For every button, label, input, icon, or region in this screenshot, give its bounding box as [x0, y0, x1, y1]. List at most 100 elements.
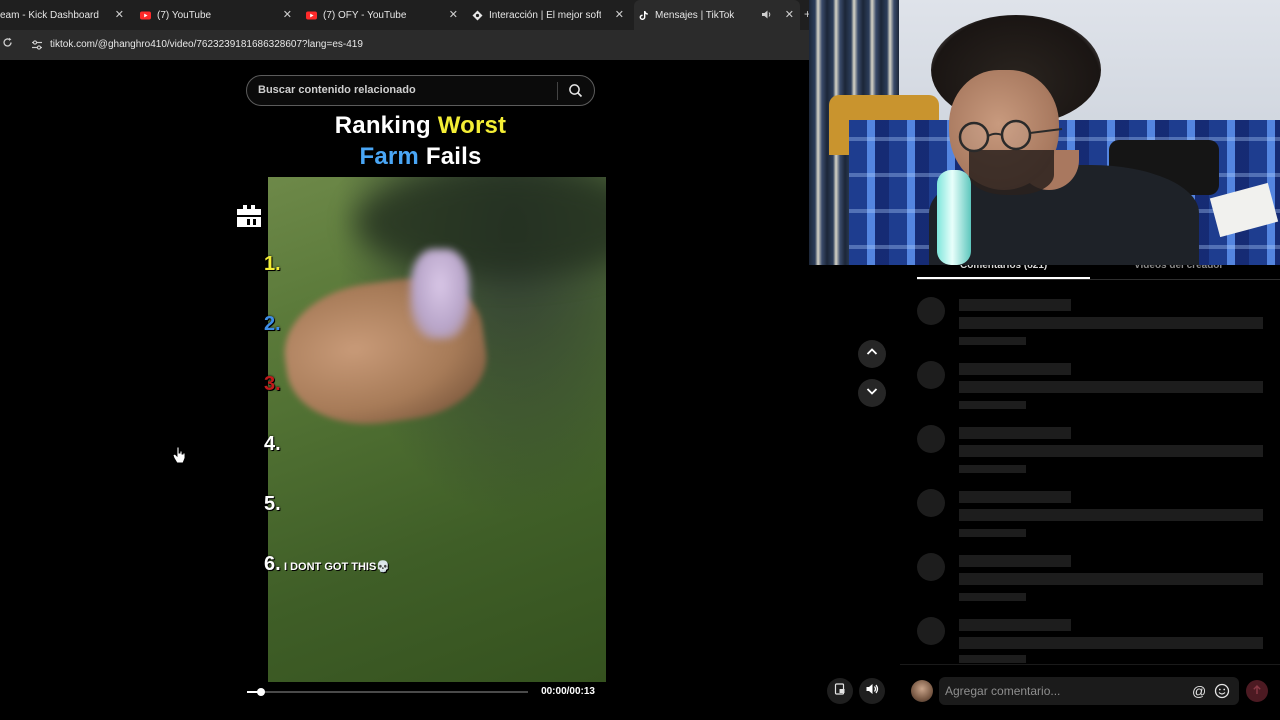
tab-interaccion[interactable]: Interacción | El mejor software p ✕	[472, 0, 630, 30]
glasses-icon	[958, 119, 1063, 153]
reload-icon[interactable]	[2, 37, 13, 51]
rank-caption: I DONT GOT THIS💀	[284, 561, 390, 573]
rank-number: 3.	[264, 373, 281, 395]
rank-number: 6.	[264, 553, 281, 575]
tab-tiktok-mensajes[interactable]: Mensajes | TikTok ✕	[634, 0, 800, 30]
skeleton-line	[959, 427, 1071, 439]
video-progress-bar[interactable]	[247, 688, 528, 696]
tiktok-icon	[638, 10, 649, 21]
address-bar: tiktok.com/@ghanghro410/video/7623239181…	[0, 30, 810, 60]
tab-title: eam - Kick Dashboard	[0, 9, 99, 21]
comment-skeleton	[917, 489, 1267, 539]
close-tab-icon[interactable]: ✕	[283, 8, 292, 21]
send-comment-button[interactable]	[1246, 680, 1268, 702]
comment-bar-divider	[900, 664, 1280, 665]
comment-skeleton	[917, 553, 1267, 603]
picture-in-picture-button[interactable]	[827, 678, 853, 704]
skeleton-line	[959, 491, 1071, 503]
comment-skeleton	[917, 425, 1267, 475]
video-timecode: 00:00/00:13	[541, 686, 595, 697]
skeleton-line	[959, 593, 1026, 601]
chevron-down-icon	[865, 384, 879, 403]
tab-title: Mensajes | TikTok	[655, 9, 735, 21]
video-controls: 00:00/00:13	[235, 682, 606, 720]
skeleton-line	[959, 573, 1263, 585]
headline-line-2: Farm Fails	[235, 141, 606, 172]
comment-skeleton	[917, 297, 1267, 347]
search-icon[interactable]	[568, 83, 583, 98]
video-column: Buscar contenido relacionado Ranking Wor…	[235, 60, 606, 720]
tab-ofy-youtube[interactable]: (7) OFY - YouTube ✕	[306, 0, 464, 30]
close-tab-icon[interactable]: ✕	[615, 8, 624, 21]
skeleton-line	[959, 401, 1026, 409]
skeleton-avatar	[917, 617, 945, 645]
headline-word-highlight: Worst	[437, 112, 507, 139]
close-tab-icon[interactable]: ✕	[449, 8, 458, 21]
headline-word: Ranking	[334, 112, 438, 139]
video-headline: Ranking Worst Farm Fails	[235, 110, 606, 172]
search-bar[interactable]: Buscar contenido relacionado	[246, 75, 595, 106]
webcam-person-beard	[969, 150, 1054, 195]
skeleton-avatar	[917, 489, 945, 517]
headline-word: Fails	[418, 143, 482, 170]
skeleton-line	[959, 509, 1263, 521]
arrow-up-icon	[1252, 682, 1262, 700]
url-text[interactable]: tiktok.com/@ghanghro410/video/7623239181…	[50, 39, 363, 50]
user-avatar[interactable]	[911, 680, 933, 702]
skeleton-line	[959, 529, 1026, 537]
skeleton-line	[959, 381, 1263, 393]
previous-video-button[interactable]	[858, 340, 886, 368]
skeleton-line	[959, 337, 1026, 345]
skeleton-avatar	[917, 297, 945, 325]
youtube-icon	[306, 10, 317, 21]
close-tab-icon[interactable]: ✕	[785, 8, 794, 21]
tab-title: (7) YouTube	[157, 9, 212, 21]
skeleton-line	[959, 363, 1071, 375]
person-image	[410, 249, 470, 339]
tab-youtube[interactable]: (7) YouTube ✕	[140, 0, 298, 30]
search-divider	[557, 82, 558, 100]
watermark-logo-icon	[235, 201, 263, 231]
volume-button[interactable]	[859, 678, 885, 704]
skeleton-line	[959, 465, 1026, 473]
mouse-pointer-icon	[172, 446, 186, 464]
comment-input-box: @	[939, 677, 1239, 705]
picture-in-picture-icon	[834, 682, 846, 700]
next-video-button[interactable]	[858, 379, 886, 407]
speaker-icon	[865, 682, 879, 701]
headline-line-1: Ranking Worst	[235, 110, 606, 141]
skeleton-line	[959, 445, 1263, 457]
rank-number: 5.	[264, 493, 281, 515]
skeleton-line	[959, 555, 1071, 567]
emoji-icon[interactable]	[1214, 683, 1230, 699]
video-frame[interactable]: 1. 2. 3. 4. 5. 6. I DONT GOT THIS💀	[235, 177, 606, 682]
skeleton-avatar	[917, 361, 945, 389]
tab-title: Interacción | El mejor software p	[489, 9, 601, 21]
rank-number: 4.	[264, 433, 281, 455]
tabs-divider	[917, 279, 1280, 280]
skeleton-line	[959, 619, 1071, 631]
chevron-up-icon	[865, 345, 879, 364]
mention-icon[interactable]: @	[1192, 683, 1206, 699]
comment-input[interactable]	[945, 677, 1185, 705]
search-placeholder[interactable]: Buscar contenido relacionado	[258, 84, 416, 96]
skeleton-avatar	[917, 553, 945, 581]
headline-word-highlight: Farm	[359, 143, 419, 170]
progress-knob[interactable]	[257, 688, 266, 696]
skeleton-line	[959, 655, 1026, 663]
skeleton-avatar	[917, 425, 945, 453]
webcam-microphone	[937, 170, 971, 265]
comment-skeleton	[917, 361, 1267, 411]
close-tab-icon[interactable]: ✕	[115, 8, 124, 21]
comment-skeleton	[917, 617, 1267, 663]
video-background-shape	[355, 177, 606, 277]
speaker-icon[interactable]	[761, 9, 772, 23]
tab-kick-dashboard[interactable]: eam - Kick Dashboard ✕	[0, 0, 130, 30]
webcam-overlay	[809, 0, 1280, 265]
rank-number: 1.	[264, 253, 281, 275]
skeleton-line	[959, 637, 1263, 649]
skeleton-line	[959, 317, 1263, 329]
site-settings-icon[interactable]	[31, 38, 43, 50]
youtube-icon	[140, 10, 151, 21]
browser-tab-bar: eam - Kick Dashboard ✕ (7) YouTube ✕ (7)…	[0, 0, 811, 30]
